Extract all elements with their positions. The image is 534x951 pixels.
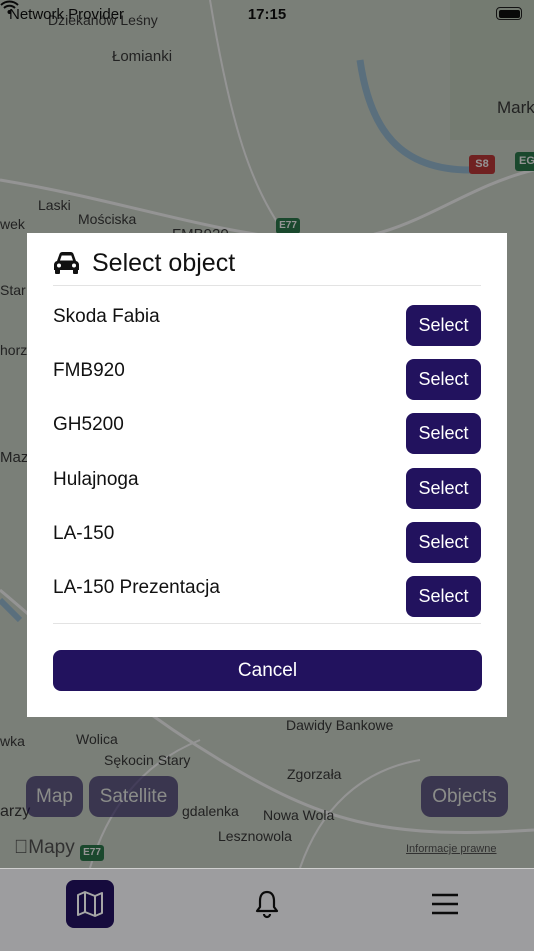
object-list: Skoda Fabia Select FMB920 Select GH5200 … — [53, 305, 481, 630]
divider — [53, 623, 481, 624]
select-button[interactable]: Select — [406, 575, 481, 617]
car-icon — [54, 252, 79, 274]
bell-icon — [255, 890, 279, 919]
tab-menu[interactable] — [421, 880, 469, 928]
object-name: Hulajnoga — [53, 468, 139, 490]
object-name: LA-150 Prezentacja — [53, 576, 220, 598]
map-icon — [77, 891, 103, 917]
menu-icon — [432, 893, 458, 915]
select-button[interactable]: Select — [406, 305, 481, 346]
select-button[interactable]: Select — [406, 359, 481, 401]
tab-map[interactable] — [66, 880, 114, 928]
select-button[interactable]: Select — [406, 521, 481, 563]
tab-notifications[interactable] — [243, 880, 291, 928]
object-name: GH5200 — [53, 414, 124, 436]
object-name: LA-150 — [53, 522, 115, 544]
object-name: Skoda Fabia — [53, 306, 160, 327]
list-item: LA-150 Prezentacja Select — [53, 575, 481, 630]
select-button[interactable]: Select — [406, 413, 481, 455]
dialog-title: Select object — [92, 249, 236, 277]
cancel-button[interactable]: Cancel — [53, 650, 482, 691]
list-item: Skoda Fabia Select — [53, 305, 481, 359]
select-object-dialog: Select object Skoda Fabia Select FMB920 … — [27, 233, 507, 717]
tab-bar — [0, 868, 534, 951]
object-name: FMB920 — [53, 360, 125, 382]
list-item: Hulajnoga Select — [53, 467, 481, 522]
list-item: GH5200 Select — [53, 413, 481, 467]
list-item: FMB920 Select — [53, 359, 481, 413]
select-button[interactable]: Select — [406, 467, 481, 509]
list-item: LA-150 Select — [53, 521, 481, 576]
dialog-header: Select object — [53, 247, 481, 286]
